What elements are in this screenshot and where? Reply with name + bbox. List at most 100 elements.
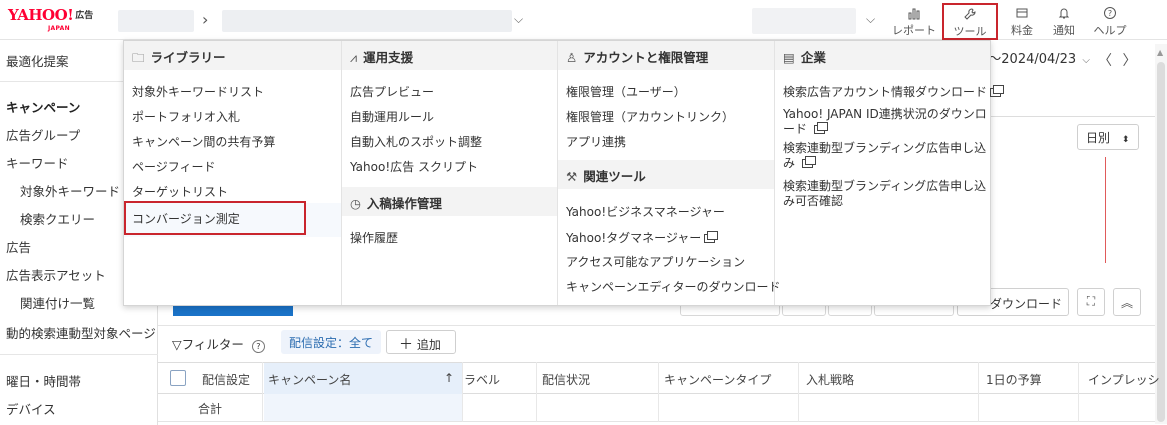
sidebar-item-keyword[interactable]: キーワード bbox=[6, 153, 69, 172]
help-icon: ? bbox=[1104, 7, 1116, 19]
menu-item-branding-apply[interactable]: 検索連動型ブランディング広告申し込み bbox=[783, 141, 988, 171]
menu-item-page-feed[interactable]: ページフィード bbox=[132, 158, 216, 175]
menu-item-business-manager[interactable]: Yahoo!ビジネスマネージャー bbox=[566, 203, 725, 220]
col-impressions[interactable]: インプレッシ bbox=[1088, 371, 1160, 388]
menu-item-app-link[interactable]: アプリ連携 bbox=[566, 133, 626, 150]
menu-item-account-info-download[interactable]: 検索広告アカウント情報ダウンロード bbox=[783, 83, 1005, 100]
menu-section-related-tools: ⚒ 関連ツール bbox=[558, 160, 774, 189]
menu-item-auto-rules[interactable]: 自動運用ルール bbox=[350, 108, 434, 125]
yahoo-ads-logo[interactable]: YAHOO! 広告 JAPAN bbox=[8, 6, 103, 34]
menu-item-accessible-apps[interactable]: アクセス可能なアプリケーション bbox=[566, 253, 745, 270]
account-selector-blurred[interactable] bbox=[118, 10, 194, 32]
sidebar-item-schedule[interactable]: 曜日・時間帯 bbox=[6, 371, 81, 390]
plus-icon: ＋ bbox=[399, 337, 413, 353]
col-delivery-setting[interactable]: 配信設定 bbox=[202, 371, 250, 388]
sidebar-item-optimization[interactable]: 最適化提案 bbox=[6, 51, 69, 70]
column-divider bbox=[798, 362, 799, 422]
menu-item-operation-history[interactable]: 操作履歴 bbox=[350, 229, 398, 246]
menu-section-title: 運用支援 bbox=[363, 50, 414, 65]
menu-item-tag-manager[interactable]: Yahoo!タグマネージャー bbox=[566, 229, 719, 246]
menu-item-target-list[interactable]: ターゲットリスト bbox=[132, 183, 228, 200]
chevron-down-icon[interactable]: ⌵ bbox=[514, 12, 523, 27]
billing-button[interactable]: 料金 bbox=[1004, 4, 1040, 38]
filter-button[interactable]: ▽フィルター ? bbox=[172, 334, 265, 353]
chart-series-line bbox=[1105, 157, 1106, 263]
menu-item-conversion-measurement[interactable]: コンバージョン測定 bbox=[124, 201, 306, 235]
sidebar-item-adgroup[interactable]: 広告グループ bbox=[6, 125, 80, 144]
menu-item-shared-budget[interactable]: キャンペーン間の共有予算 bbox=[132, 133, 275, 150]
billing-icon bbox=[1016, 8, 1028, 18]
page-scrollbar[interactable]: ▲ bbox=[1155, 44, 1167, 424]
menu-item-spot-adjust[interactable]: 自動入札のスポット調整 bbox=[350, 133, 482, 150]
chevron-down-icon[interactable]: ⌵ bbox=[866, 12, 875, 27]
scrollbar-thumb[interactable] bbox=[1157, 62, 1165, 422]
sidebar-item-ad[interactable]: 広告 bbox=[6, 237, 31, 256]
menu-column-company: ▤ 企業 検索広告アカウント情報ダウンロード Yahoo! JAPAN ID連携状… bbox=[774, 41, 1005, 305]
granularity-value: 日別 bbox=[1086, 131, 1111, 145]
menu-column-library: 🗀 ライブラリー 対象外キーワードリスト ポートフォリオ入札 キャンペーン間の共有… bbox=[124, 41, 341, 305]
logo-text: YAHOO! bbox=[8, 6, 74, 24]
sidebar-item-negative-keyword[interactable]: 対象外キーワード bbox=[20, 181, 120, 200]
sidebar-item-dynamic-search[interactable]: 動的検索連動型対象ページ bbox=[6, 323, 156, 342]
notification-button[interactable]: 通知 bbox=[1046, 4, 1082, 38]
external-link-icon bbox=[801, 156, 816, 168]
report-label: レポート bbox=[892, 24, 936, 37]
col-campaign-name[interactable]: キャンペーン名 bbox=[268, 371, 351, 388]
folder-icon: 🗀 bbox=[132, 50, 145, 65]
col-campaign-type[interactable]: キャンペーンタイプ bbox=[664, 371, 771, 388]
menu-section-upload: ◷ 入稿操作管理 bbox=[342, 187, 557, 216]
double-chevron-up-icon: ︽ bbox=[1120, 296, 1133, 310]
total-label: 合計 bbox=[198, 402, 223, 416]
col-label[interactable]: ラベル bbox=[464, 371, 500, 388]
sidebar-item-search-query[interactable]: 検索クエリー bbox=[20, 209, 95, 228]
fullscreen-icon: ⛶ bbox=[1086, 294, 1096, 308]
add-filter-button[interactable]: ＋ 追加 bbox=[386, 330, 456, 354]
col-delivery-status[interactable]: 配信状況 bbox=[542, 371, 590, 388]
menu-column-operation: ⩘ 運用支援 広告プレビュー 自動運用ルール 自動入札のスポット調整 Yahoo!… bbox=[341, 41, 557, 305]
menu-item-portfolio-bidding[interactable]: ポートフォリオ入札 bbox=[132, 108, 240, 125]
campaign-selector-blurred[interactable] bbox=[222, 10, 512, 32]
menu-column-account: ♙ アカウントと権限管理 権限管理（ユーザー） 権限管理（アカウントリンク） アプ… bbox=[557, 41, 781, 305]
menu-item-label: 検索広告アカウント情報ダウンロード bbox=[783, 85, 988, 99]
tools-button[interactable]: ツール bbox=[942, 3, 998, 40]
help-button[interactable]: ? ヘルプ bbox=[1090, 4, 1130, 38]
sidebar-item-associations[interactable]: 関連付け一覧 bbox=[20, 293, 95, 312]
help-icon[interactable]: ? bbox=[251, 340, 265, 353]
prev-period-icon[interactable]: 〈 bbox=[1098, 53, 1112, 69]
chart-panel-border bbox=[990, 116, 1160, 117]
menu-section-title: 関連ツール bbox=[583, 169, 646, 184]
col-daily-budget[interactable]: 1日の予算 bbox=[986, 371, 1042, 388]
menu-item-id-link-download[interactable]: Yahoo! JAPAN ID連携状況のダウンロード bbox=[783, 107, 988, 137]
menu-item-permission-user[interactable]: 権限管理（ユーザー） bbox=[566, 83, 686, 100]
menu-item-negative-keyword-list[interactable]: 対象外キーワードリスト bbox=[132, 83, 264, 100]
sidebar-divider bbox=[0, 354, 158, 355]
notification-label: 通知 bbox=[1053, 24, 1075, 37]
sidebar-item-ad-assets[interactable]: 広告表示アセット bbox=[6, 265, 106, 284]
select-all-checkbox[interactable] bbox=[170, 370, 186, 386]
menu-item-ad-preview[interactable]: 広告プレビュー bbox=[350, 83, 434, 100]
column-divider bbox=[462, 362, 463, 422]
collapse-button[interactable]: ︽ bbox=[1113, 288, 1141, 316]
column-divider bbox=[536, 362, 537, 422]
col-bid-strategy[interactable]: 入札戦略 bbox=[806, 371, 854, 388]
fullscreen-button[interactable]: ⛶ bbox=[1077, 288, 1105, 316]
menu-item-permission-account-link[interactable]: 権限管理（アカウントリンク） bbox=[566, 108, 734, 125]
menu-item-scripts[interactable]: Yahoo!広告 スクリプト bbox=[350, 158, 478, 175]
scroll-up-icon[interactable]: ▲ bbox=[1157, 48, 1163, 57]
next-period-icon[interactable]: 〉 bbox=[1122, 53, 1136, 69]
logo-kokoku: 広告 bbox=[75, 11, 94, 21]
filter-label: フィルター bbox=[181, 337, 244, 352]
granularity-select[interactable]: 日別 ⬍ bbox=[1077, 124, 1139, 150]
report-button[interactable]: レポート bbox=[888, 4, 940, 38]
menu-section-company: ▤ 企業 bbox=[775, 41, 990, 70]
sidebar-item-campaign[interactable]: キャンペーン bbox=[6, 97, 80, 116]
menu-item-campaign-editor-download[interactable]: キャンペーンエディターのダウンロード bbox=[566, 278, 781, 295]
filter-bar: ▽フィルター ? 配信設定：全て ＋ 追加 bbox=[158, 325, 1155, 359]
sort-asc-icon[interactable]: ↑ bbox=[444, 371, 454, 385]
menu-section-title: 入稿操作管理 bbox=[366, 196, 442, 211]
filter-chip-delivery[interactable]: 配信設定：全て bbox=[281, 330, 382, 354]
date-range-selector[interactable]: 7〜2024/04/23 ⌵ bbox=[980, 48, 1090, 76]
sidebar-item-device[interactable]: デバイス bbox=[6, 399, 56, 418]
menu-item-branding-eligibility[interactable]: 検索連動型ブランディング広告申し込み可否確認 bbox=[783, 179, 988, 209]
campaign-table: 配信設定 キャンペーン名 ↑ ラベル 配信状況 キャンペーンタイプ 入札戦略 1… bbox=[158, 362, 1160, 425]
